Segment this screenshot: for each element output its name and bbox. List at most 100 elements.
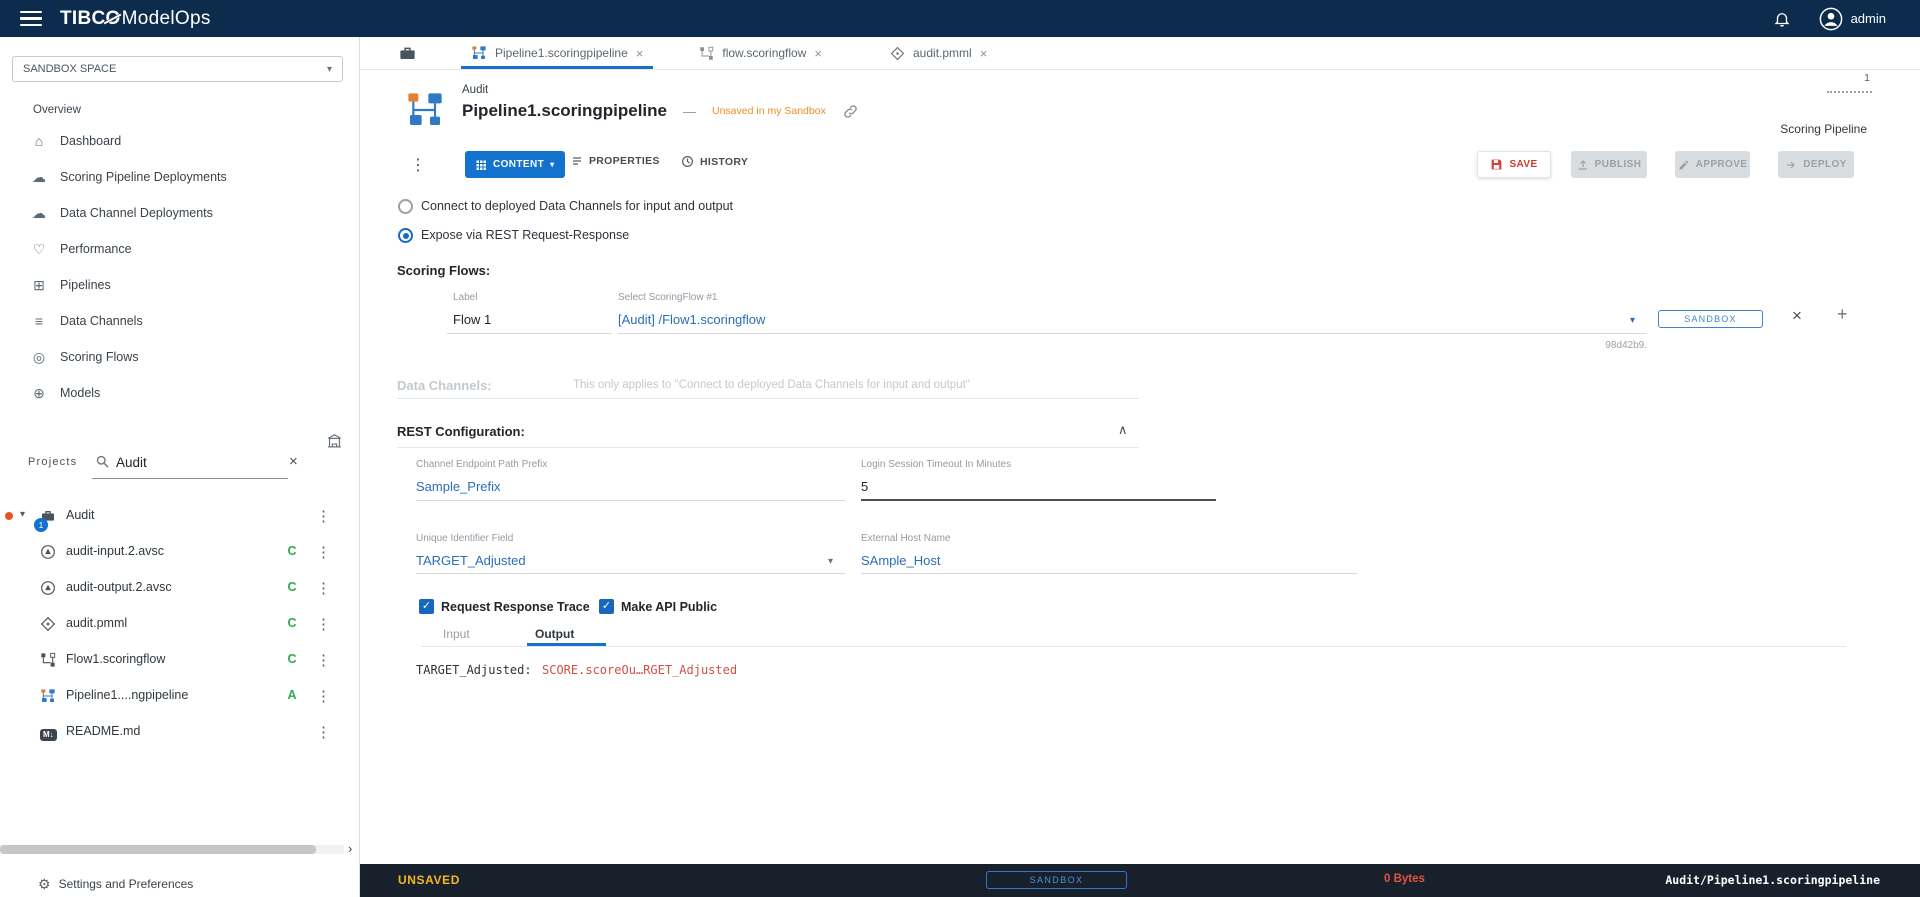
models-icon: ⊕	[33, 384, 45, 401]
tab-label: Pipeline1.scoringpipeline	[495, 46, 628, 60]
sidebar-item-scoring-flows[interactable]: ◎ Scoring Flows	[0, 339, 359, 375]
row-menu-icon[interactable]: ⋮	[316, 615, 331, 633]
top-bar: TIBC O ModelOps admin	[0, 0, 1920, 37]
flow-label-underline	[447, 333, 612, 334]
save-button[interactable]: SAVE	[1477, 151, 1551, 178]
sidebar-item-models[interactable]: ⊕ Models	[0, 375, 359, 411]
tree-expand-caret-icon[interactable]: ▾	[20, 509, 25, 520]
file-row-audit-output[interactable]: audit-output.2.avsc C ⋮	[0, 570, 359, 606]
scoringflow-file-icon	[40, 652, 56, 668]
sidebar-item-data-channels[interactable]: ≡ Data Channels	[0, 303, 359, 339]
deploy-button[interactable]: DEPLOY	[1778, 151, 1854, 178]
session-timeout-input[interactable]	[861, 479, 1206, 494]
tab-audit-pmml[interactable]: audit.pmml ×	[880, 37, 997, 69]
settings-and-preferences[interactable]: ⚙ Settings and Preferences	[0, 869, 359, 897]
document-header: Audit Pipeline1.scoringpipeline — Unsave…	[360, 70, 1920, 147]
flow-label-field-label: Label	[453, 292, 478, 303]
file-row-pipeline1[interactable]: Pipeline1....ngpipeline A ⋮	[0, 678, 359, 714]
tab-label: flow.scoringflow	[722, 46, 807, 60]
section-divider	[397, 447, 1139, 448]
file-status-badge: C	[287, 616, 297, 630]
flow-label-input[interactable]	[453, 312, 603, 327]
sidebar-item-scoring-pipeline-deployments[interactable]: ☁ Scoring Pipeline Deployments	[0, 159, 359, 195]
avro-file-icon	[40, 580, 56, 596]
publish-button[interactable]: PUBLISH	[1571, 151, 1647, 178]
tab-output[interactable]: Output	[535, 627, 574, 641]
content-button[interactable]: CONTENT ▾	[465, 151, 565, 178]
scrollbar-right-arrow-icon[interactable]: ›	[348, 841, 352, 856]
clear-search-icon[interactable]: ×	[289, 453, 298, 470]
tab-input[interactable]: Input	[443, 627, 470, 641]
radio-rest-request-response[interactable]	[398, 228, 413, 243]
space-selector-value: SANDBOX SPACE	[23, 63, 117, 75]
row-menu-icon[interactable]: ⋮	[316, 723, 331, 741]
sidebar-item-performance[interactable]: ♡ Performance	[0, 231, 359, 267]
endpoint-prefix-label: Channel Endpoint Path Prefix	[416, 459, 548, 470]
notifications-bell-icon[interactable]	[1773, 9, 1791, 29]
sidebar-horizontal-scrollbar[interactable]	[0, 845, 344, 854]
pipeline-file-icon	[40, 688, 56, 704]
unique-identifier-value[interactable]: TARGET_Adjusted	[416, 553, 526, 568]
project-import-icon[interactable]	[326, 432, 343, 449]
request-response-trace-checkbox[interactable]: ✓	[419, 599, 434, 614]
sidebar-nav: ⌂ Dashboard ☁ Scoring Pipeline Deploymen…	[0, 123, 359, 411]
project-name: Audit	[66, 508, 95, 522]
space-selector[interactable]: SANDBOX SPACE ▾	[12, 56, 343, 82]
sidebar-item-dashboard[interactable]: ⌂ Dashboard	[0, 123, 359, 159]
chevron-down-icon[interactable]: ▾	[1630, 315, 1635, 326]
file-name: README.md	[66, 724, 141, 738]
sidebar-item-data-channel-deployments[interactable]: ☁ Data Channel Deployments	[0, 195, 359, 231]
sandbox-status-badge[interactable]: SANDBOX	[986, 871, 1127, 889]
user-menu[interactable]: admin	[1819, 7, 1886, 31]
overview-section-label: Overview	[33, 104, 81, 116]
file-row-audit-input[interactable]: audit-input.2.avsc C ⋮	[0, 534, 359, 570]
tab-flow-scoringflow[interactable]: flow.scoringflow ×	[689, 37, 832, 69]
row-menu-icon[interactable]: ⋮	[316, 579, 331, 597]
performance-icon: ♡	[32, 240, 46, 257]
approve-button[interactable]: APPROVE	[1675, 151, 1750, 178]
flow-select-value[interactable]: [Audit] /Flow1.scoringflow	[618, 312, 765, 327]
sidebar-item-pipelines[interactable]: ⊞ Pipelines	[0, 267, 359, 303]
scrollbar-thumb[interactable]	[0, 845, 316, 854]
close-tab-icon[interactable]: ×	[636, 46, 644, 61]
link-icon[interactable]	[842, 103, 859, 120]
file-row-flow1-scoringflow[interactable]: Flow1.scoringflow C ⋮	[0, 642, 359, 678]
radio-rest-label: Expose via REST Request-Response	[421, 228, 630, 242]
close-tab-icon[interactable]: ×	[980, 46, 988, 61]
unsaved-status-label: Unsaved in my Sandbox	[712, 105, 826, 117]
external-host-input[interactable]	[861, 553, 1341, 568]
project-search-input[interactable]	[116, 451, 261, 473]
sidebar-item-label: Scoring Pipeline Deployments	[60, 170, 227, 184]
close-tab-icon[interactable]: ×	[814, 46, 822, 61]
unique-identifier-label: Unique Identifier Field	[416, 533, 514, 544]
more-actions-icon[interactable]: ⋮	[410, 155, 426, 175]
history-tab[interactable]: HISTORY	[681, 155, 748, 168]
data-channel-deployments-icon: ☁	[32, 204, 46, 221]
sidebar: SANDBOX SPACE ▾ Overview ⌂ Dashboard ☁ S…	[0, 37, 360, 897]
remove-flow-icon[interactable]: ×	[1792, 306, 1802, 326]
row-menu-icon[interactable]: ⋮	[316, 651, 331, 669]
row-menu-icon[interactable]: ⋮	[316, 687, 331, 705]
output-mapping-value[interactable]: SCORE.scoreOu…RGET_Adjusted	[542, 663, 737, 677]
file-status-badge: C	[287, 544, 297, 558]
project-row-audit[interactable]: ▾ 1 Audit ⋮	[0, 498, 359, 534]
tab-pipeline1-scoringpipeline[interactable]: Pipeline1.scoringpipeline ×	[461, 37, 653, 69]
file-status-badge: A	[287, 688, 297, 702]
make-api-public-checkbox[interactable]: ✓	[599, 599, 614, 614]
file-row-audit-pmml[interactable]: audit.pmml C ⋮	[0, 606, 359, 642]
chevron-down-icon[interactable]: ▾	[828, 556, 833, 567]
title-separator: —	[683, 103, 696, 119]
properties-tab[interactable]: PROPERTIES	[571, 155, 660, 167]
workspace-home-tab[interactable]	[388, 37, 427, 69]
endpoint-prefix-input[interactable]	[416, 479, 836, 494]
collapse-section-icon[interactable]: ∧	[1118, 422, 1128, 438]
row-menu-icon[interactable]: ⋮	[316, 507, 331, 525]
radio-data-channels[interactable]	[398, 199, 413, 214]
logo-brand: TIBC	[60, 7, 106, 29]
file-row-readme[interactable]: M↓ README.md ⋮	[0, 714, 359, 750]
add-flow-icon[interactable]: +	[1837, 304, 1848, 325]
hamburger-menu-icon[interactable]	[20, 10, 42, 27]
row-menu-icon[interactable]: ⋮	[316, 543, 331, 561]
output-mapping-key: TARGET_Adjusted:	[416, 663, 532, 677]
tabs-divider	[421, 646, 1846, 647]
